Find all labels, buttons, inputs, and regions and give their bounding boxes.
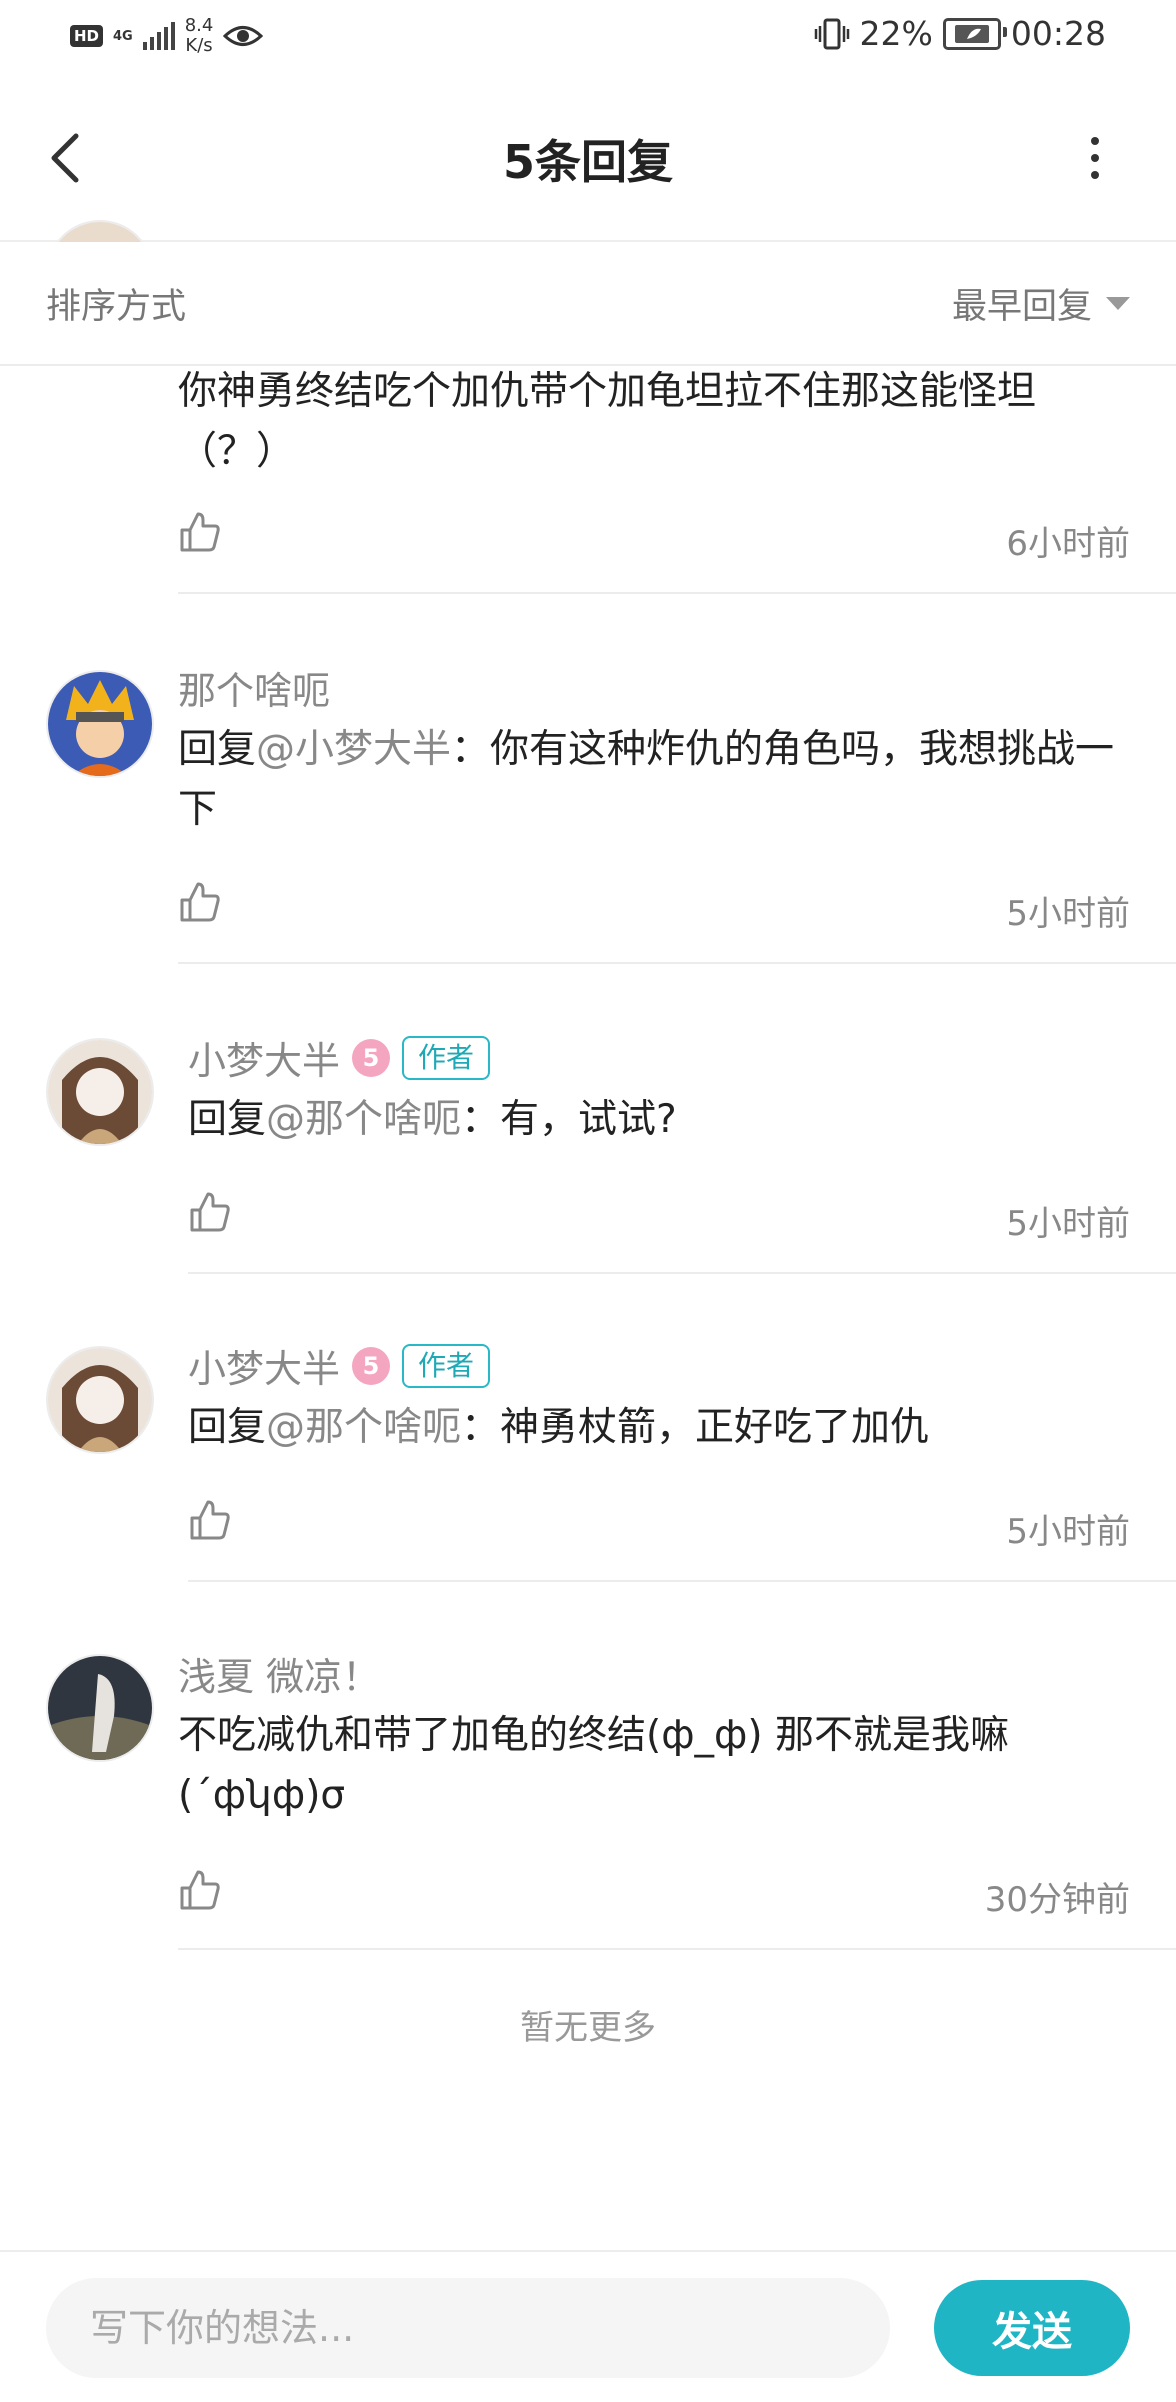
- sort-value: 最早回复: [951, 287, 1092, 327]
- eye-icon: [223, 26, 264, 46]
- comment-author[interactable]: 小梦大半 5 作者: [188, 1030, 491, 1085]
- comment-time: 30分钟前: [984, 1880, 1130, 1920]
- avatar[interactable]: [46, 1038, 154, 1146]
- composer-bar: 发送: [0, 2250, 1176, 2402]
- network-speed: 8.4 K/s: [184, 15, 214, 56]
- like-icon[interactable]: [178, 510, 222, 554]
- battery-percent: 22%: [859, 14, 933, 53]
- comment-text: 不吃减仇和带了加龟的终结(ф_ф) 那不就是我嘛(´фʮф)σ: [178, 1713, 1010, 1818]
- comment-author[interactable]: 那个啥呃: [178, 660, 330, 715]
- author-badge: 作者: [402, 1343, 491, 1388]
- like-icon[interactable]: [188, 1190, 232, 1234]
- network-type: 4G: [113, 28, 133, 44]
- status-left: HD 4G 8.4 K/s: [70, 15, 264, 56]
- comment-text: 你神勇终结吃个加仇带个加龟坦拉不住那这能怪坦（？）: [178, 369, 1037, 474]
- more-options-icon[interactable]: [1080, 128, 1110, 188]
- mention-link[interactable]: @那个啥呃: [266, 1097, 461, 1142]
- like-icon[interactable]: [178, 880, 222, 924]
- comment-text: 回复@那个啥呃：有，试试?: [188, 1097, 677, 1142]
- mention-link[interactable]: @小梦大半: [256, 727, 451, 772]
- comment-time: 5小时前: [1006, 894, 1130, 934]
- comment-time: 6小时前: [1006, 524, 1130, 564]
- avatar[interactable]: [46, 1346, 154, 1454]
- dropdown-arrow-icon: [1106, 297, 1130, 310]
- comment-text: 回复@小梦大半：你有这种炸仇的角色吗，我想挑战一下: [178, 727, 1115, 832]
- divider: [188, 1272, 1176, 1274]
- comment-input[interactable]: [46, 2278, 890, 2378]
- clock: 00:28: [1010, 14, 1106, 53]
- avatar[interactable]: [46, 670, 154, 778]
- mention-link[interactable]: @那个啥呃: [266, 1405, 461, 1450]
- comment-time: 5小时前: [1006, 1204, 1130, 1244]
- page-title: 5条回复: [502, 135, 673, 189]
- header: 5条回复: [0, 76, 1176, 242]
- battery-icon: [942, 17, 1007, 50]
- no-more-text: 暂无更多: [520, 2008, 656, 2048]
- divider: [178, 1948, 1176, 1950]
- status-bar: HD 4G 8.4 K/s 22% 00:28: [0, 0, 1176, 76]
- like-icon[interactable]: [188, 1498, 232, 1542]
- avatar[interactable]: [46, 1654, 154, 1762]
- divider: [178, 592, 1176, 594]
- send-button[interactable]: 发送: [934, 2280, 1130, 2376]
- comment-author[interactable]: 小梦大半 5 作者: [188, 1338, 491, 1393]
- divider: [178, 962, 1176, 964]
- divider: [188, 1580, 1176, 1582]
- signal-icon: [142, 22, 175, 50]
- author-badge: 作者: [402, 1035, 491, 1080]
- comment-text: 回复@那个啥呃：神勇杖箭，正好吃了加仇: [188, 1405, 930, 1450]
- hd-icon: HD: [70, 25, 104, 47]
- level-badge-icon: 5: [352, 1346, 391, 1385]
- vibrate-icon: [814, 18, 849, 49]
- sort-bar: 排序方式 最早回复: [0, 242, 1176, 366]
- comment-author[interactable]: 浅夏 微凉！: [178, 1646, 380, 1701]
- sort-label: 排序方式: [46, 287, 187, 327]
- sort-dropdown[interactable]: 最早回复: [952, 278, 1130, 329]
- like-icon[interactable]: [178, 1868, 222, 1912]
- comment-time: 5小时前: [1006, 1512, 1130, 1552]
- status-right: 22% 00:28: [814, 14, 1106, 53]
- level-badge-icon: 5: [352, 1038, 391, 1077]
